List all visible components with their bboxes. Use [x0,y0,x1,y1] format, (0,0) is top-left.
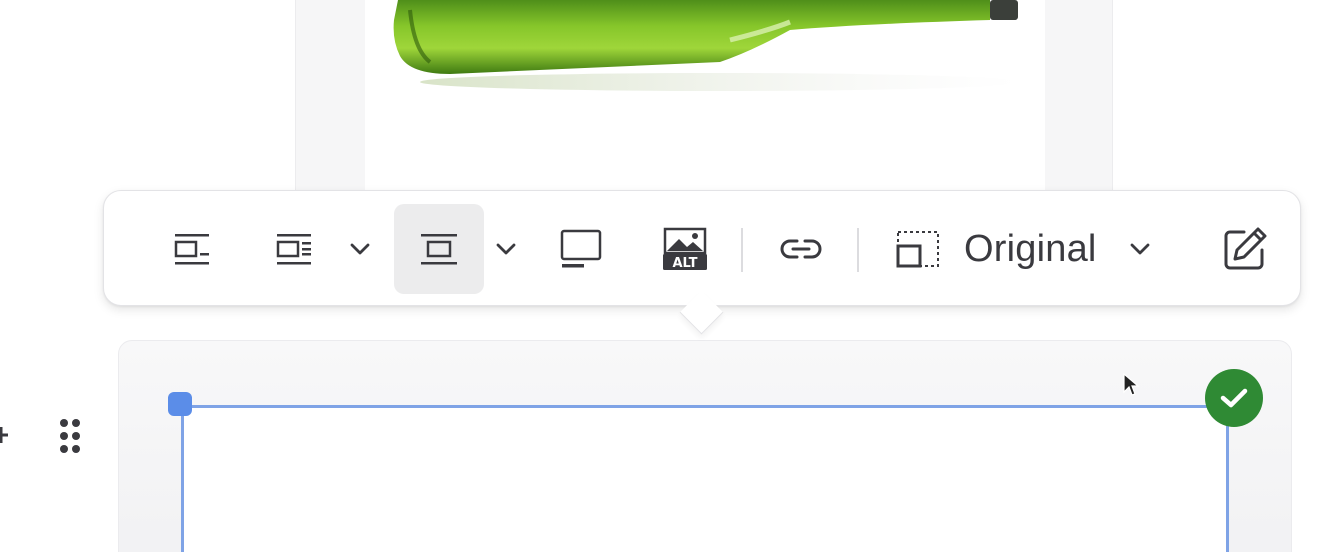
wrap-options-dropdown[interactable] [342,204,378,294]
chevron-down-icon [496,243,516,255]
align-left-inline-icon [174,234,209,265]
edit-image-button[interactable] [1200,204,1290,294]
align-options-dropdown[interactable] [488,204,524,294]
bottle-image [393,0,1020,91]
chevron-down-icon [1130,243,1149,255]
resize-icon [896,231,939,268]
chevron-down-icon [350,243,370,255]
drag-handle-icon[interactable] [58,418,82,454]
link-icon [780,239,822,259]
image-size-select[interactable]: Original [884,204,1164,294]
editor-canvas: ALT Original [0,0,1344,552]
alt-badge-text: ALT [672,256,697,271]
check-icon [1220,388,1248,408]
selection-handle[interactable] [168,392,192,416]
full-width-monitor-icon [560,229,602,268]
edit-pencil-icon [1224,227,1267,270]
align-center-button[interactable] [394,204,484,294]
toolbar-divider [741,228,743,272]
selection-area[interactable] [181,405,1229,552]
alt-text-icon: ALT [663,227,707,271]
add-block-icon[interactable] [0,420,16,450]
toolbar-divider [857,228,859,272]
align-left-inline-button[interactable] [148,204,238,294]
confirm-button[interactable] [1205,369,1263,427]
image-size-value: Original [964,227,1097,270]
wrap-text-left-icon [276,234,311,265]
align-center-icon [421,234,457,265]
full-width-button[interactable] [536,204,626,294]
link-button[interactable] [756,204,846,294]
alt-text-button[interactable]: ALT [640,204,730,294]
wrap-text-left-button[interactable] [250,204,340,294]
mouse-cursor-icon [1123,372,1140,396]
